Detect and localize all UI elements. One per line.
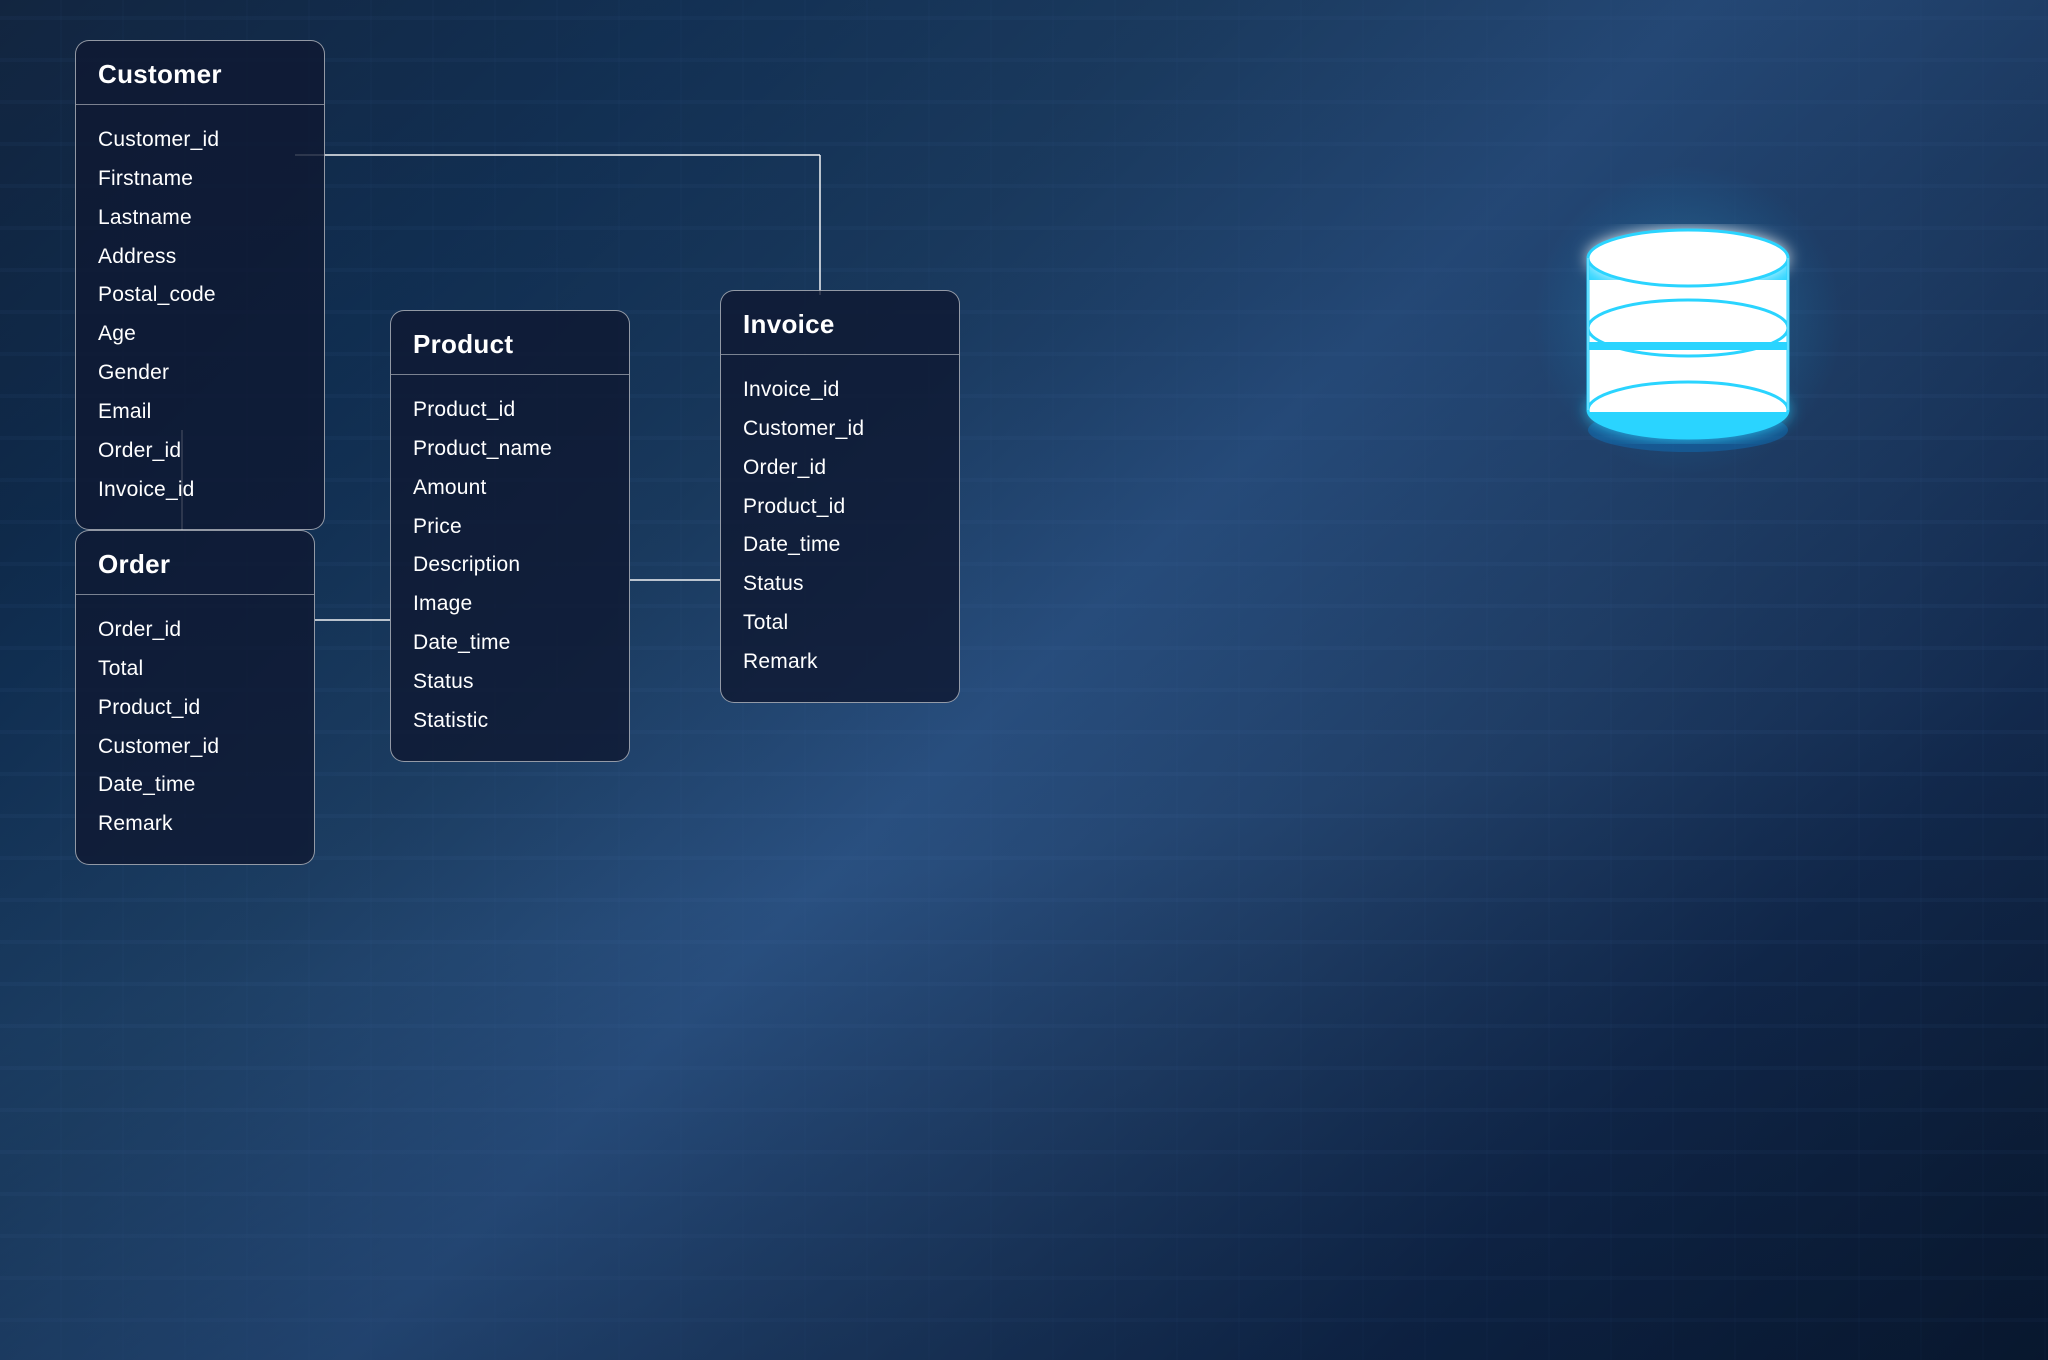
field-status: Status [743,565,937,604]
customer-table-fields: Customer_id Firstname Lastname Address P… [76,105,324,529]
field-postal-code: Postal_code [98,276,302,315]
field-invoice-id: Invoice_id [98,471,302,510]
product-table: Product Product_id Product_name Amount P… [390,310,630,762]
field-address: Address [98,238,302,277]
field-date-time: Date_time [413,624,607,663]
field-customer-id: Customer_id [98,728,292,767]
field-remark: Remark [98,805,292,844]
invoice-table: Invoice Invoice_id Customer_id Order_id … [720,290,960,703]
field-statistic: Statistic [413,702,607,741]
invoice-table-title: Invoice [721,291,959,355]
field-total: Total [98,650,292,689]
product-table-fields: Product_id Product_name Amount Price Des… [391,375,629,761]
field-customer-id: Customer_id [743,410,937,449]
field-date-time: Date_time [98,766,292,805]
field-order-id: Order_id [743,449,937,488]
field-product-id: Product_id [98,689,292,728]
field-age: Age [98,315,302,354]
field-description: Description [413,546,607,585]
field-amount: Amount [413,469,607,508]
field-invoice-id: Invoice_id [743,371,937,410]
field-lastname: Lastname [98,199,302,238]
field-total: Total [743,604,937,643]
field-price: Price [413,508,607,547]
field-product-name: Product_name [413,430,607,469]
field-firstname: Firstname [98,160,302,199]
field-order-id: Order_id [98,611,292,650]
customer-table-title: Customer [76,41,324,105]
field-gender: Gender [98,354,302,393]
order-table: Order Order_id Total Product_id Customer… [75,530,315,865]
field-customer-id: Customer_id [98,121,302,160]
field-email: Email [98,393,302,432]
field-order-id: Order_id [98,432,302,471]
field-image: Image [413,585,607,624]
customer-table: Customer Customer_id Firstname Lastname … [75,40,325,530]
field-product-id: Product_id [413,391,607,430]
order-table-title: Order [76,531,314,595]
product-table-title: Product [391,311,629,375]
field-product-id: Product_id [743,488,937,527]
order-table-fields: Order_id Total Product_id Customer_id Da… [76,595,314,864]
invoice-table-fields: Invoice_id Customer_id Order_id Product_… [721,355,959,702]
field-date-time: Date_time [743,526,937,565]
database-icon [1528,160,1848,480]
field-remark: Remark [743,643,937,682]
field-status: Status [413,663,607,702]
